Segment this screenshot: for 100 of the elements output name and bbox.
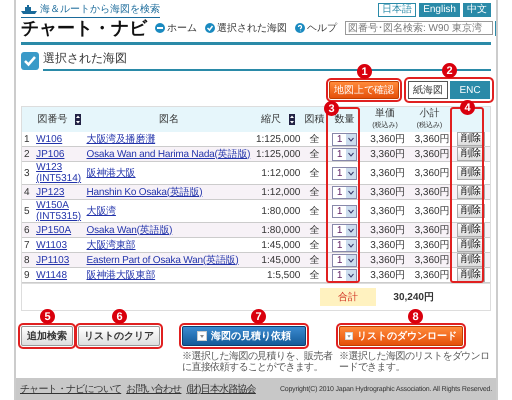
chart-type-button[interactable]: 紙海図 [408, 81, 448, 99]
footer-link[interactable]: (財)日本水路協会 [186, 382, 256, 396]
footer-link[interactable]: チャート・ナビについて [20, 382, 122, 396]
delete-button[interactable]: 削除 [456, 238, 485, 252]
chart-number-link[interactable]: W123 [36, 162, 83, 173]
action-button[interactable]: 追加検索 [21, 326, 73, 346]
quantity-select[interactable]: 1 [332, 148, 358, 160]
subtotal-cell-text: 3,360円 [414, 240, 450, 250]
price-cell-text: 3,360円 [369, 254, 406, 266]
chart-name-link[interactable]: 大阪湾東部 [86, 240, 252, 250]
size-cell-text: 全 [308, 240, 320, 250]
chart-number-link[interactable]: JP106 [36, 148, 83, 160]
price-cell-text: 3,360円 [369, 206, 406, 216]
quantity-select[interactable]: 1 [332, 186, 358, 198]
chevron-down-icon [346, 134, 356, 144]
subtotal-cell-text: 3,360円 [414, 206, 450, 216]
nav-link[interactable]: ヘルプ [295, 21, 337, 35]
chevron-down-icon [346, 224, 356, 236]
chart-type-button[interactable]: ENC [450, 81, 490, 99]
chart-name-link[interactable]: Osaka Wan and Harima Nada(英語版) [86, 148, 252, 160]
quantity-select[interactable]: 1 [332, 166, 358, 180]
chart-number-link[interactable]: (INT5315) [36, 211, 83, 222]
delete-button[interactable]: 削除 [456, 147, 485, 161]
row-index: 6 [24, 224, 31, 236]
quantity-select[interactable]: 1 [332, 268, 358, 282]
search-field[interactable]: 図番号･図名検索: W90 東京湾 [345, 21, 493, 35]
quantity-select[interactable]: 1 [332, 224, 358, 236]
size-cell-text: 全 [308, 168, 320, 178]
price-cell-text: 3,360円 [369, 148, 406, 160]
column-header: 図番号 [37, 114, 68, 125]
column-header: 図名 [159, 114, 180, 125]
delete-button[interactable]: 削除 [456, 132, 485, 146]
scale-cell-text: 1:80,000 [260, 206, 300, 216]
chart-number-link[interactable]: W1148 [36, 270, 83, 280]
language-button[interactable]: 日本語 [378, 3, 416, 17]
check-icon [205, 23, 215, 33]
callout-marker: 6 [112, 309, 127, 324]
chart-number-link[interactable]: W150A [36, 200, 83, 211]
subtotal-cell-text: 3,360円 [414, 224, 450, 236]
total-label: 合計 [320, 288, 376, 306]
chevron-down-icon [346, 254, 356, 266]
subtotal-cell-text: 3,360円 [414, 254, 450, 266]
column-header: 数量 [334, 114, 355, 125]
scale-cell-text: 1:12,000 [260, 186, 300, 198]
delete-button[interactable]: 削除 [456, 166, 485, 180]
button-note: ※選択した海図のリストをダウンロードできます。 [339, 351, 490, 373]
chevron-down-icon [346, 206, 356, 216]
help-icon [295, 23, 305, 33]
quantity-select[interactable]: 1 [332, 254, 358, 266]
row-index: 7 [24, 240, 31, 250]
quantity-select[interactable]: 1 [332, 132, 358, 146]
tagline-text: 海＆ルートから海図を検索 [40, 2, 160, 16]
ship-icon [21, 4, 37, 14]
callout-marker: 7 [251, 309, 266, 324]
chart-name-link[interactable]: 阪神港大阪東部 [86, 270, 252, 280]
delete-button[interactable]: 削除 [456, 185, 485, 199]
chart-name-link[interactable]: Eastern Part of Osaka Wan(英語版) [86, 254, 252, 266]
sort-icon[interactable] [75, 114, 82, 125]
quantity-select[interactable]: 1 [332, 204, 358, 218]
chart-name-link[interactable]: 大阪湾 [86, 206, 252, 216]
footer-link[interactable]: お問い合わせ [126, 382, 182, 396]
button-note: ※選択した海図の見積りを、販売者に直接依頼することができます。 [182, 351, 334, 373]
scale-cell: 1:125,000 [256, 134, 300, 144]
callout-marker: 5 [40, 309, 55, 324]
chart-number-link[interactable]: W106 [36, 134, 83, 144]
row-index: 8 [24, 254, 31, 266]
language-button[interactable]: 中文 [463, 3, 491, 17]
chart-number-link[interactable]: (INT5314) [36, 173, 83, 184]
price-cell-text: 3,360円 [369, 186, 406, 198]
scale-cell-text: 1:5,500 [266, 270, 300, 280]
column-header: 縮尺 [261, 114, 282, 125]
subtotal-cell-text: 3,360円 [414, 186, 450, 198]
chart-number-link[interactable]: W1103 [36, 240, 83, 250]
price-cell-text: 3,360円 [369, 240, 406, 250]
delete-button[interactable]: 削除 [456, 204, 485, 218]
row-index: 1 [24, 134, 31, 144]
chart-number-link[interactable]: JP150A [36, 224, 83, 236]
language-button[interactable]: English [419, 3, 460, 17]
chart-name-link[interactable]: Osaka Wan(英語版) [86, 224, 252, 236]
chart-name-link[interactable]: 大阪湾及播磨灘 [86, 134, 252, 144]
scale-cell-text: 1:45,000 [260, 240, 300, 250]
sort-icon[interactable] [289, 114, 296, 125]
logo[interactable]: チャート・ナビ [21, 18, 147, 38]
chart-name-link[interactable]: Hanshin Ko Osaka(英語版) [86, 186, 252, 198]
scale-cell-text: 1:12,000 [260, 168, 300, 178]
callout-marker: 2 [442, 63, 457, 78]
delete-button[interactable]: 削除 [456, 253, 485, 267]
chart-number-link[interactable]: JP123 [36, 186, 83, 198]
subtotal-cell-text: 3,360円 [414, 148, 450, 160]
action-button[interactable]: リストのクリア [78, 326, 160, 346]
action-button[interactable]: 海図の見積り依頼 [182, 326, 306, 346]
nav-link[interactable]: ホーム [155, 21, 197, 35]
nav-link[interactable]: 選択された海図 [205, 21, 287, 35]
chart-name-link[interactable]: 阪神港大阪 [86, 168, 252, 178]
total-amount: 30,240円 [392, 291, 434, 304]
chart-number-link[interactable]: JP1103 [36, 254, 83, 266]
chevron-down-icon [346, 240, 356, 250]
quantity-select[interactable]: 1 [332, 238, 358, 252]
delete-button[interactable]: 削除 [456, 223, 485, 237]
column-header: 図積 [304, 114, 324, 125]
